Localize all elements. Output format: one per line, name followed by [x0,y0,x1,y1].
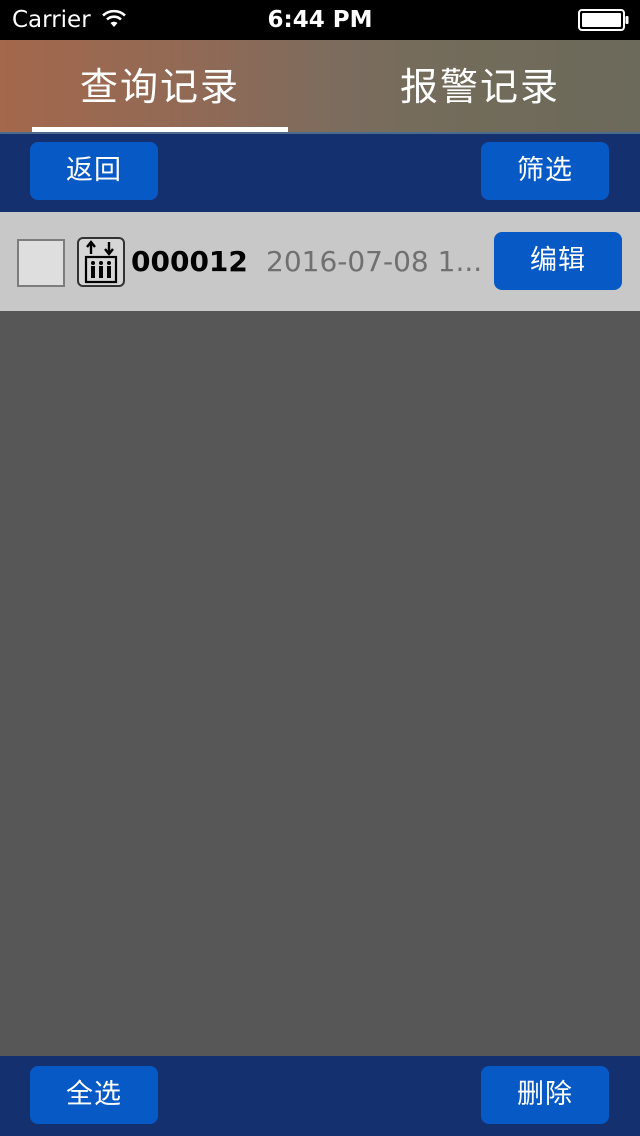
tab-query-records[interactable]: 查询记录 [32,40,288,134]
back-button[interactable]: 返回 [30,142,158,200]
tab-alarm-records[interactable]: 报警记录 [352,40,608,134]
battery-icon [578,9,629,31]
select-all-button[interactable]: 全选 [30,1066,158,1124]
record-checkbox[interactable] [17,239,65,287]
record-time: 2016-07-08 1... [266,245,480,278]
status-bar: Carrier 6:44 PM [0,0,640,40]
tab-bar: 查询记录 报警记录 [0,40,640,134]
elevator-icon [77,237,125,287]
edit-button[interactable]: 编辑 [494,232,622,290]
status-time: 6:44 PM [267,7,373,33]
delete-button[interactable]: 删除 [481,1066,609,1124]
top-toolbar: 返回 筛选 [0,134,640,212]
record-id: 000012 [131,245,248,278]
filter-button[interactable]: 筛选 [481,142,609,200]
active-tab-indicator [32,127,288,132]
bottom-toolbar: 全选 删除 [0,1056,640,1136]
